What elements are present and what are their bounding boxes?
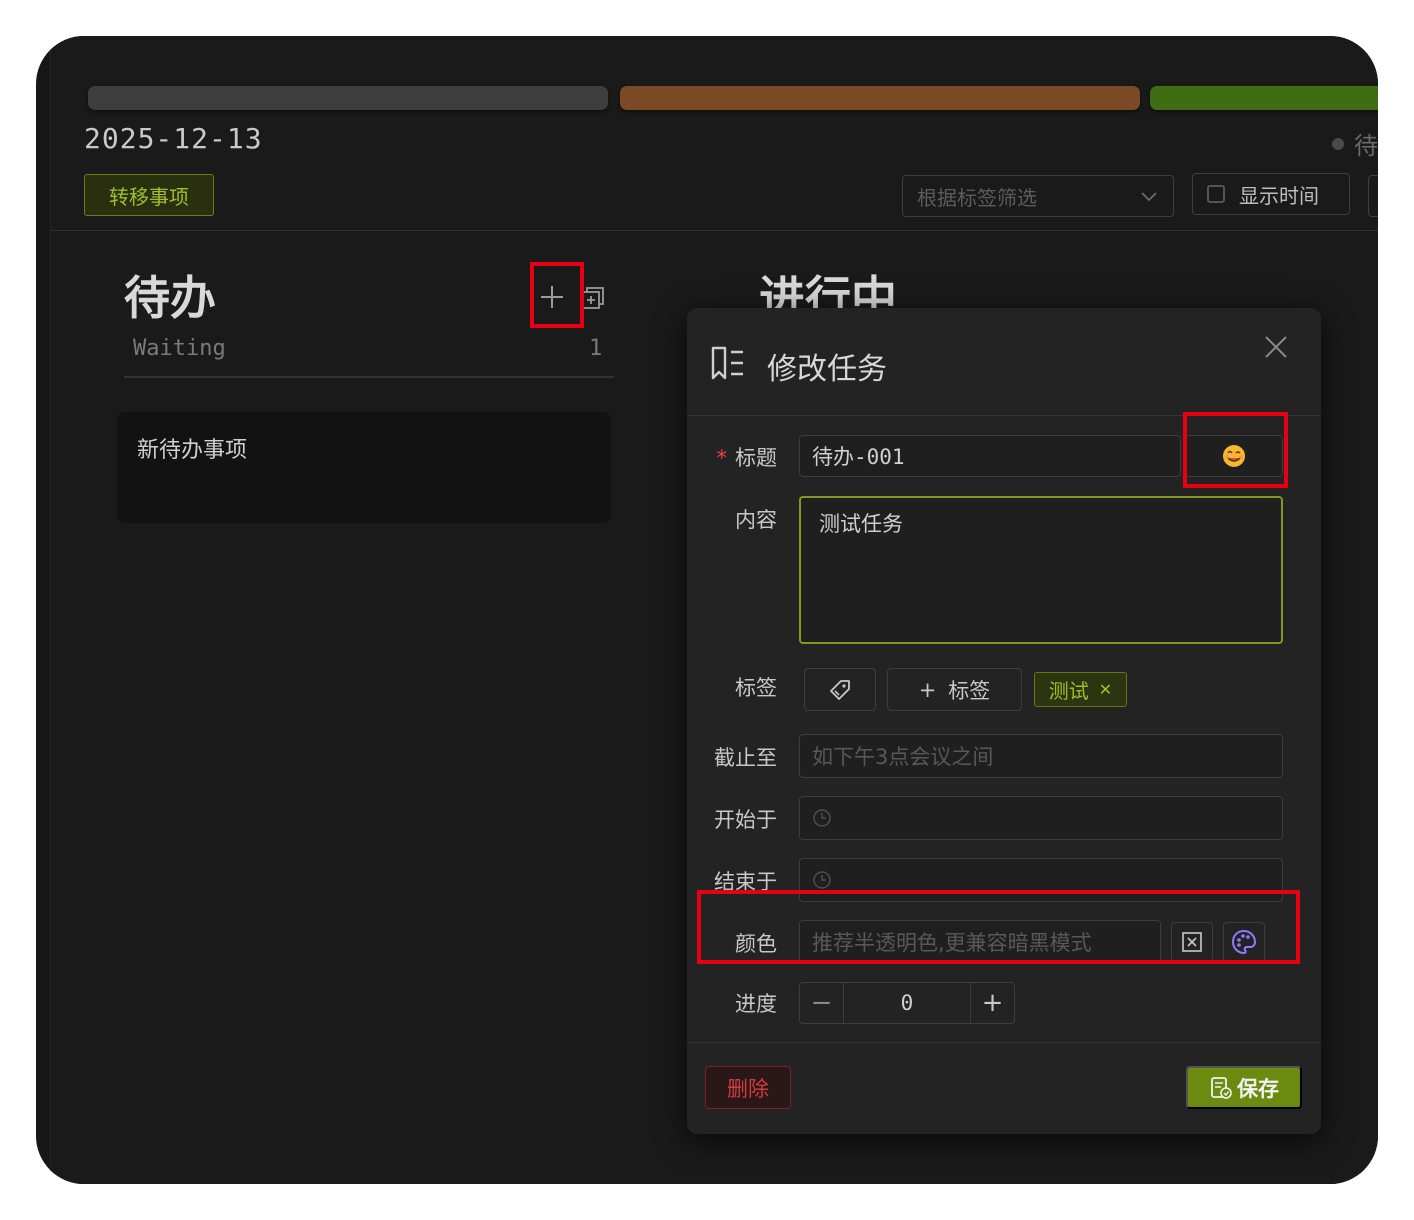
extra-toolbar-button[interactable] bbox=[1368, 175, 1378, 217]
show-time-toggle[interactable]: 显示时间 bbox=[1192, 173, 1350, 215]
category-bar-waiting[interactable] bbox=[88, 86, 608, 110]
show-time-label: 显示时间 bbox=[1239, 183, 1319, 208]
save-button[interactable]: 保存 bbox=[1186, 1066, 1302, 1109]
status-dot-icon bbox=[1332, 137, 1344, 150]
add-tag-label: 标签 bbox=[948, 678, 991, 703]
deadline-field-label: 截止至 bbox=[714, 746, 777, 770]
clock-icon bbox=[813, 809, 831, 827]
remove-tag-icon[interactable]: ✕ bbox=[1099, 680, 1112, 699]
deadline-input[interactable]: 如下午3点会议之间 bbox=[799, 734, 1283, 778]
tag-select-button[interactable] bbox=[804, 668, 876, 711]
task-list-icon bbox=[711, 346, 743, 380]
task-card-title: 新待办事项 bbox=[137, 438, 248, 463]
column-count-waiting: 1 bbox=[589, 336, 603, 361]
tag-filter-select[interactable]: 根据标签筛选 bbox=[902, 175, 1174, 217]
modal-title: 修改任务 bbox=[767, 352, 887, 387]
category-bar-done[interactable] bbox=[1150, 86, 1378, 110]
status-legend: 待 bbox=[1332, 126, 1378, 161]
show-time-checkbox[interactable] bbox=[1207, 185, 1225, 203]
tag-icon bbox=[830, 679, 850, 700]
progress-stepper: − 0 + bbox=[799, 982, 1015, 1024]
header-divider bbox=[51, 230, 1378, 231]
title-field-label: * 标题 bbox=[716, 446, 778, 470]
copy-icon[interactable] bbox=[581, 286, 605, 310]
tag-chip-label: 测试 bbox=[1048, 679, 1089, 703]
tag-chip: 测试 ✕ bbox=[1034, 672, 1127, 707]
column-title-waiting: 待办 bbox=[124, 271, 216, 325]
edit-task-modal: 修改任务 * 标题 待办-001 内容 测试任务 标签 + 标签 测试 ✕ 截止… bbox=[687, 308, 1321, 1134]
app-window: 2025-12-13 待 转移事项 根据标签筛选 显示时间 待办 Waiting… bbox=[36, 36, 1378, 1184]
content-textarea[interactable]: 测试任务 bbox=[799, 496, 1283, 644]
chevron-down-icon bbox=[1141, 192, 1157, 202]
add-tag-button[interactable]: + 标签 bbox=[887, 668, 1022, 711]
color-row-highlight bbox=[697, 890, 1300, 964]
column-divider bbox=[124, 376, 614, 378]
progress-value[interactable]: 0 bbox=[843, 983, 971, 1023]
task-card[interactable]: 新待办事项 bbox=[117, 412, 611, 523]
board-area: 2025-12-13 待 转移事项 根据标签筛选 显示时间 待办 Waiting… bbox=[50, 36, 1378, 1184]
required-marker: * bbox=[716, 446, 728, 470]
transfer-items-button[interactable]: 转移事项 bbox=[84, 174, 214, 216]
modal-footer-divider bbox=[687, 1042, 1321, 1043]
date-display: 2025-12-13 bbox=[84, 122, 263, 155]
clock-icon bbox=[813, 871, 831, 889]
plus-icon: + bbox=[918, 677, 937, 702]
column-subtitle-waiting: Waiting bbox=[133, 336, 226, 361]
title-input[interactable]: 待办-001 bbox=[799, 435, 1181, 477]
decrement-button[interactable]: − bbox=[800, 983, 843, 1023]
tag-filter-placeholder: 根据标签筛选 bbox=[917, 185, 1037, 210]
close-icon[interactable] bbox=[1263, 334, 1289, 360]
category-bar-in-progress[interactable] bbox=[620, 86, 1140, 110]
delete-button[interactable]: 删除 bbox=[705, 1066, 791, 1109]
progress-field-label: 进度 bbox=[735, 992, 777, 1016]
status-legend-label: 待 bbox=[1354, 132, 1378, 160]
save-label: 保存 bbox=[1237, 1077, 1279, 1101]
content-field-label: 内容 bbox=[735, 508, 777, 532]
increment-button[interactable]: + bbox=[971, 983, 1014, 1023]
save-icon bbox=[1211, 1076, 1232, 1099]
add-button-highlight bbox=[530, 262, 584, 328]
start-time-input[interactable] bbox=[799, 796, 1283, 840]
emoji-button-highlight bbox=[1183, 412, 1288, 488]
start-field-label: 开始于 bbox=[714, 808, 777, 832]
tags-field-label: 标签 bbox=[735, 676, 777, 700]
